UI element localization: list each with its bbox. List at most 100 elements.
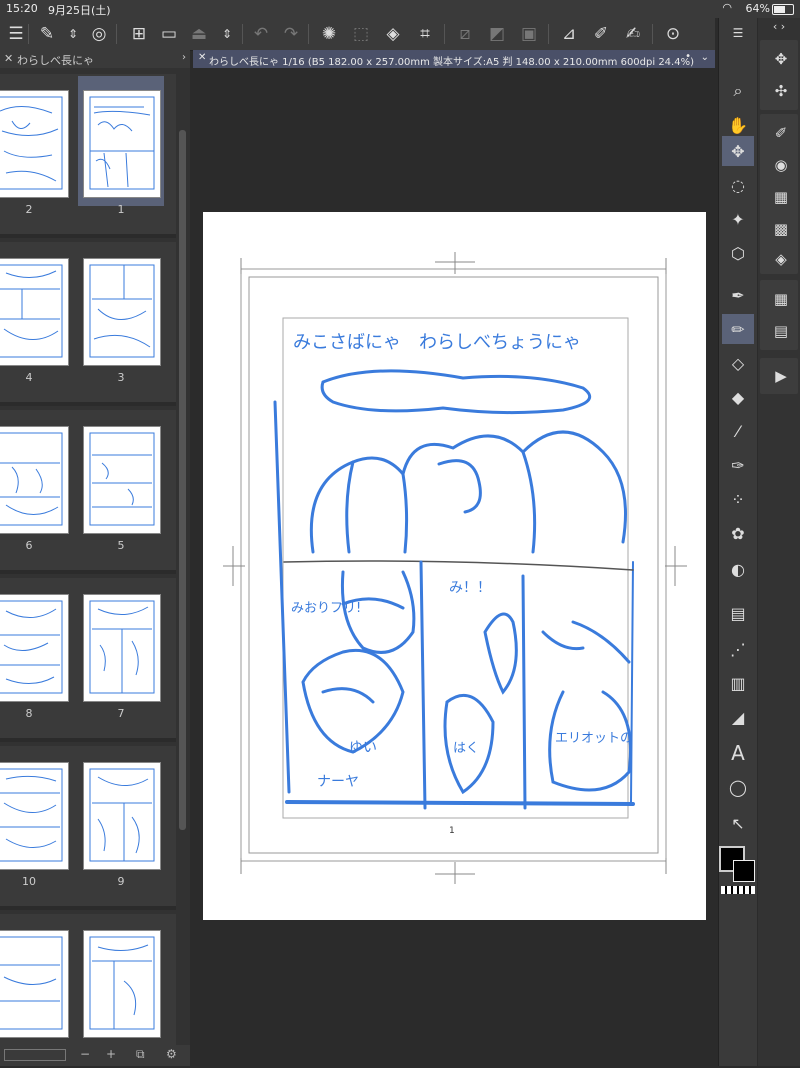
page-thumbnail-6[interactable]: 6: [0, 412, 72, 552]
folder-icon[interactable]: ▭: [156, 21, 182, 47]
airbrush-icon[interactable]: ⁘: [722, 484, 754, 514]
settings-icon[interactable]: ⚙: [166, 1047, 177, 1061]
pages-scrollbar[interactable]: [179, 130, 186, 830]
redo-icon[interactable]: ↷: [278, 21, 304, 47]
close-canvas-icon[interactable]: ✕: [198, 52, 206, 63]
canvas-tab[interactable]: ✕ わらしべ長にゃ 1/16 (B5 182.00 x 257.00mm 製本サ…: [193, 50, 715, 68]
zoom-icon[interactable]: ⌕: [722, 76, 754, 106]
duplicate-page-icon[interactable]: ⧉: [136, 1047, 145, 1062]
deselect-icon[interactable]: ⬚: [348, 21, 374, 47]
page-thumbnail-4[interactable]: 4: [0, 244, 72, 384]
sketch-speech-3: ゆい: [349, 740, 377, 756]
chevron-down-icon[interactable]: ⌄: [701, 52, 709, 63]
pen-icon[interactable]: ✒: [722, 280, 754, 310]
eyedropper-icon[interactable]: ⁄: [722, 416, 754, 446]
material-icon[interactable]: ▩: [763, 214, 799, 244]
spiral-icon[interactable]: ◎: [86, 21, 112, 47]
transparent-color-swatch[interactable]: [721, 886, 755, 894]
zoom-out-button[interactable]: −: [80, 1047, 90, 1061]
transform-panel-icon[interactable]: ✥: [763, 44, 799, 74]
lasso-icon[interactable]: ◌: [722, 170, 754, 200]
page-number: 2: [25, 203, 33, 216]
page-row: 10 9: [0, 746, 176, 910]
marker-icon[interactable]: ✑: [722, 450, 754, 480]
frame-icon[interactable]: ▣: [516, 21, 542, 47]
page-number: 4: [25, 371, 33, 384]
help-icon[interactable]: ⊙: [660, 21, 686, 47]
page-row: 4 3: [0, 242, 176, 406]
move-icon[interactable]: ✥: [722, 136, 754, 166]
timeline-icon[interactable]: ▶: [763, 361, 799, 391]
fill-icon[interactable]: ◈: [380, 21, 406, 47]
frame-border-icon[interactable]: ▥: [722, 668, 754, 698]
page-thumbnail-12[interactable]: [0, 916, 72, 1046]
chevron-right-icon[interactable]: ›: [182, 52, 186, 63]
transform-sub-panel-icon[interactable]: ✣: [763, 76, 799, 106]
battery-icon: [772, 4, 794, 15]
brush-icon[interactable]: ✐: [588, 21, 614, 47]
updown-icon[interactable]: ⇕: [60, 21, 86, 47]
blend-icon[interactable]: ◐: [722, 554, 754, 584]
page-thumbnail-5[interactable]: 5: [78, 412, 164, 552]
page-thumbnail-7[interactable]: 7: [78, 580, 164, 720]
page-row: 8 7: [0, 578, 176, 742]
page-number: 7: [117, 707, 125, 720]
page-row: 2 1: [0, 74, 176, 238]
pen-stroke-icon[interactable]: ✍: [620, 21, 646, 47]
page-thumbnail-3[interactable]: 3: [78, 244, 164, 384]
eraser-icon[interactable]: ◇: [722, 348, 754, 378]
film-icon[interactable]: ▦: [763, 182, 799, 212]
page-row: 6 5: [0, 410, 176, 574]
wifi-icon: ◠: [722, 1, 732, 14]
zoom-slider[interactable]: [4, 1049, 66, 1061]
undo-icon[interactable]: ↶: [248, 21, 274, 47]
correct-line-icon[interactable]: ↖: [722, 808, 754, 838]
ruler-tool-icon[interactable]: ◢: [722, 702, 754, 732]
page-thumbnail-1[interactable]: 1: [78, 76, 164, 216]
new-page-icon[interactable]: ⊞: [126, 21, 152, 47]
status-bar: 15:20 9月25日(土) ◠ 64%: [0, 0, 800, 18]
color-circle-icon[interactable]: ◉: [763, 150, 799, 180]
page-thumbnail-9[interactable]: 9: [78, 748, 164, 888]
layer-stack-icon[interactable]: ▤: [763, 316, 799, 346]
sketch-header-text: みこさばにゃ わらしべちょうにゃ: [293, 332, 581, 353]
page-number: 10: [22, 875, 36, 888]
page-thumbnail-10[interactable]: 10: [0, 748, 72, 888]
brush-size-icon[interactable]: ✐: [763, 118, 799, 148]
pages-panel-title: わらしべ長にゃ: [17, 54, 94, 67]
sketch-speech-4: はく: [453, 741, 479, 756]
loading-icon[interactable]: ✺: [316, 21, 342, 47]
status-date: 9月25日(土): [48, 4, 111, 17]
decoration-icon[interactable]: ✿: [722, 518, 754, 548]
page-thumbnail-8[interactable]: 8: [0, 580, 72, 720]
pages-panel-tab[interactable]: ✕ わらしべ長にゃ ›: [0, 50, 190, 68]
layers-icon[interactable]: ◈: [763, 244, 799, 274]
updown2-icon[interactable]: ⇕: [214, 21, 240, 47]
ruler-icon[interactable]: ⊿: [556, 21, 582, 47]
upload-icon[interactable]: ⏏: [186, 21, 212, 47]
balloon-icon[interactable]: ◯: [722, 772, 754, 802]
vector-icon[interactable]: ⋰: [722, 634, 754, 664]
close-icon[interactable]: ✕: [4, 52, 13, 65]
manga-page[interactable]: みこさばにゃ わらしべちょうにゃ み！！ みおりフリ! ゆい はく エリオットの…: [203, 212, 706, 920]
transform-icon[interactable]: ⌗: [412, 21, 438, 47]
text-icon[interactable]: A: [722, 738, 754, 768]
menu-icon[interactable]: ☰: [3, 21, 29, 47]
edit-icon[interactable]: ✎: [34, 21, 60, 47]
page-thumbnail-2[interactable]: 2: [0, 76, 72, 216]
zoom-in-button[interactable]: +: [106, 1047, 116, 1061]
pages-panel: ✕ わらしべ長にゃ › 2 1 4 3 6 5 8 7 10 9: [0, 50, 190, 1068]
fill-bucket-icon[interactable]: ◆: [722, 382, 754, 412]
gradient-icon[interactable]: ▤: [722, 598, 754, 628]
clear-icon[interactable]: ⧄: [452, 21, 478, 47]
object-select-icon[interactable]: ⬡: [722, 238, 754, 268]
layer-property-icon[interactable]: ▦: [763, 284, 799, 314]
page-thumbnail-11[interactable]: [78, 916, 164, 1046]
crop-icon[interactable]: ◩: [484, 21, 510, 47]
sub-color-swatch[interactable]: [733, 860, 755, 882]
palette-menu-icon[interactable]: ☰: [722, 22, 754, 44]
collapse-arrows-icon[interactable]: ‹ ›: [761, 18, 797, 34]
pencil-icon[interactable]: ✏: [722, 314, 754, 344]
modified-indicator: •: [685, 51, 691, 62]
magic-wand-icon[interactable]: ✦: [722, 204, 754, 234]
